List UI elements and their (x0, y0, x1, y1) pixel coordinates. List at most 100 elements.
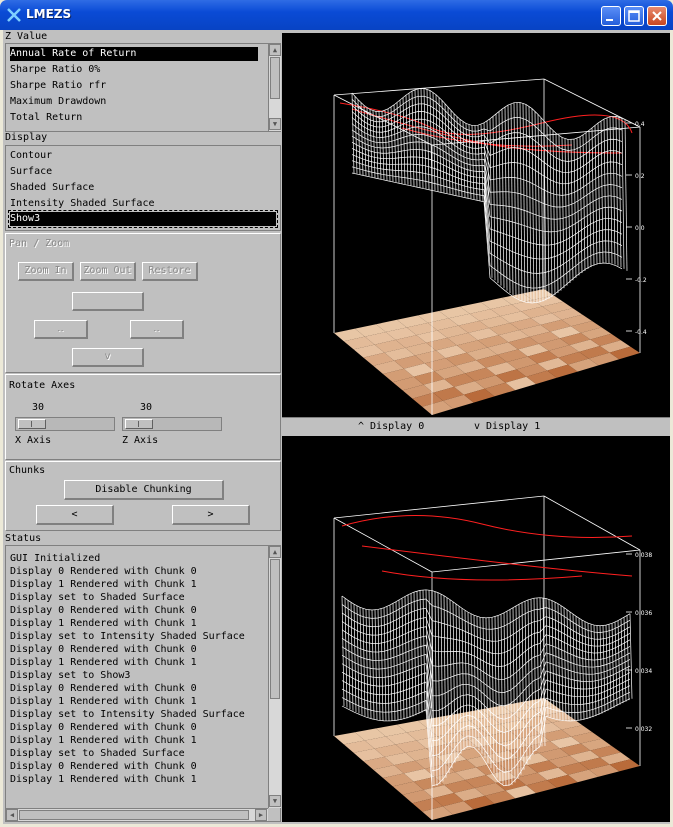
disable-chunking-button[interactable]: Disable Chunking (64, 480, 224, 500)
mesh-line (581, 620, 585, 720)
z-axis-slider[interactable] (122, 417, 222, 431)
mesh-line (572, 614, 576, 721)
title-bar[interactable]: LMEZS (0, 0, 673, 30)
mesh-line (587, 623, 591, 719)
mesh-line (525, 104, 529, 303)
app-x-icon (7, 8, 21, 22)
display-label: Display (5, 132, 48, 143)
chunks-panel: Chunks Disable Chunking < > (5, 461, 281, 531)
display-item[interactable]: Contour (10, 149, 52, 163)
status-line: Display 1 Rendered with Chunk 1 (10, 579, 197, 590)
panzoom-panel: Pan / Zoom Zoom In Zoom Out Restore ‥ ‥ … (5, 233, 281, 373)
prev-chunk-button[interactable]: < (36, 505, 114, 525)
status-label: Status (5, 533, 42, 544)
mesh-line (537, 114, 541, 303)
scroll-thumb[interactable] (270, 57, 280, 99)
display-switch-bar: ^ Display 0 v Display 1 (282, 417, 670, 437)
scroll-down-arrow-icon[interactable]: ▼ (269, 795, 281, 807)
maximize-icon (628, 10, 640, 22)
display-0-surface-plot: 0.4 0.2 0.0 -0.2 -0.4 (333, 78, 647, 415)
display-1-select[interactable]: v Display 1 (474, 421, 540, 432)
status-line: Display 0 Rendered with Chunk 0 (10, 566, 197, 577)
zvalue-scrollbar[interactable]: ▲ ▼ (268, 44, 281, 131)
axis-tick-label: 0.036 (635, 610, 652, 617)
pan-down-button[interactable]: v (72, 348, 144, 367)
pan-up-button[interactable] (72, 292, 144, 311)
scroll-thumb[interactable] (270, 559, 280, 699)
next-chunk-button[interactable]: > (172, 505, 250, 525)
status-line: Display 1 Rendered with Chunk 1 (10, 696, 197, 707)
scroll-left-arrow-icon[interactable]: ◀ (6, 809, 18, 821)
pan-right-button[interactable]: ‥ (130, 320, 184, 339)
zvalue-item[interactable]: Sharpe Ratio rfr (10, 79, 106, 93)
mesh-line (624, 120, 628, 271)
axis-box-edge (333, 517, 433, 573)
mesh-line (584, 621, 588, 719)
heatmap-floor (334, 289, 640, 415)
close-button[interactable] (647, 6, 667, 26)
display-list[interactable]: Contour Surface Shaded Surface Intensity… (5, 145, 281, 231)
mesh-line (555, 133, 559, 293)
maximize-button[interactable] (624, 6, 644, 26)
display-item[interactable]: Intensity Shaded Surface (10, 197, 155, 211)
scroll-up-arrow-icon[interactable]: ▲ (269, 44, 281, 56)
zoom-out-button[interactable]: Zoom Out (80, 262, 136, 281)
mesh-line (549, 127, 553, 298)
mesh-line (552, 130, 556, 296)
scroll-up-arrow-icon[interactable]: ▲ (269, 546, 281, 558)
status-line: Display 0 Rendered with Chunk 0 (10, 761, 197, 772)
axis-tick-label: 0.038 (635, 552, 652, 559)
status-vscrollbar[interactable]: ▲ ▼ (268, 546, 281, 808)
display-0-canvas[interactable]: 0.4 0.2 0.0 -0.2 -0.4 (282, 33, 670, 417)
mesh-line (564, 138, 568, 286)
display-item[interactable]: Shaded Surface (10, 181, 94, 195)
scroll-right-arrow-icon[interactable]: ▶ (255, 809, 267, 821)
pan-left-button[interactable]: ‥ (34, 320, 88, 339)
axis-tick-label: -0.4 (635, 329, 647, 336)
display-1-canvas[interactable]: 0.038 0.036 0.034 0.032 (282, 436, 670, 822)
zvalue-item[interactable]: Sharpe Ratio 0% (10, 63, 100, 77)
contour-lines (341, 515, 633, 581)
mesh-line (540, 117, 544, 302)
status-log[interactable]: GUI Initialized Display 0 Rendered with C… (5, 545, 281, 822)
app-window: LMEZS Z Value Annual Rate of Return Shar… (0, 0, 673, 827)
contour-line (361, 545, 633, 577)
mesh-line (534, 111, 538, 303)
status-line: Display set to Shaded Surface (10, 748, 185, 759)
scroll-down-arrow-icon[interactable]: ▼ (269, 118, 281, 130)
contour-line (381, 570, 583, 581)
status-line: Display 1 Rendered with Chunk 1 (10, 774, 197, 785)
x-axis-slider-thumb[interactable] (18, 419, 46, 429)
axis-tick-label: 0.2 (635, 173, 645, 180)
display-item[interactable]: Show3 (8, 210, 278, 228)
scroll-thumb[interactable] (19, 810, 249, 820)
restore-button[interactable]: Restore (142, 262, 198, 281)
zvalue-list[interactable]: Annual Rate of Return Sharpe Ratio 0% Sh… (5, 43, 281, 132)
z-axis-slider-thumb[interactable] (125, 419, 153, 429)
minimize-icon (606, 19, 613, 21)
zvalue-item[interactable]: Maximum Drawdown (10, 95, 106, 109)
client-area: Z Value Annual Rate of Return Sharpe Rat… (3, 30, 670, 824)
display-item[interactable]: Surface (10, 165, 52, 179)
x-axis-slider[interactable] (15, 417, 115, 431)
mesh-line (621, 118, 625, 269)
minimize-button[interactable] (601, 6, 621, 26)
mesh-line (593, 625, 597, 717)
status-line: Display set to Show3 (10, 670, 131, 681)
axis-tick-label: 0.032 (635, 726, 652, 733)
zvalue-item[interactable]: Total Return (10, 111, 82, 125)
status-line: Display 1 Rendered with Chunk 1 (10, 657, 197, 668)
status-line: Display set to Shaded Surface (10, 592, 185, 603)
zoom-in-button[interactable]: Zoom In (18, 262, 74, 281)
status-hscrollbar[interactable]: ◀ ▶ (6, 808, 268, 821)
close-icon (652, 11, 662, 21)
display-0-select[interactable]: ^ Display 0 (358, 421, 424, 432)
contour-line (341, 515, 633, 538)
display-1-surface-plot: 0.038 0.036 0.034 0.032 (333, 495, 652, 820)
window-title: LMEZS (26, 7, 72, 21)
axis-box-edge (543, 495, 641, 551)
zvalue-item[interactable]: Annual Rate of Return (10, 47, 258, 61)
x-axis-label: X Axis (15, 435, 52, 446)
chunks-label: Chunks (9, 465, 46, 476)
status-line: GUI Initialized (10, 553, 101, 564)
